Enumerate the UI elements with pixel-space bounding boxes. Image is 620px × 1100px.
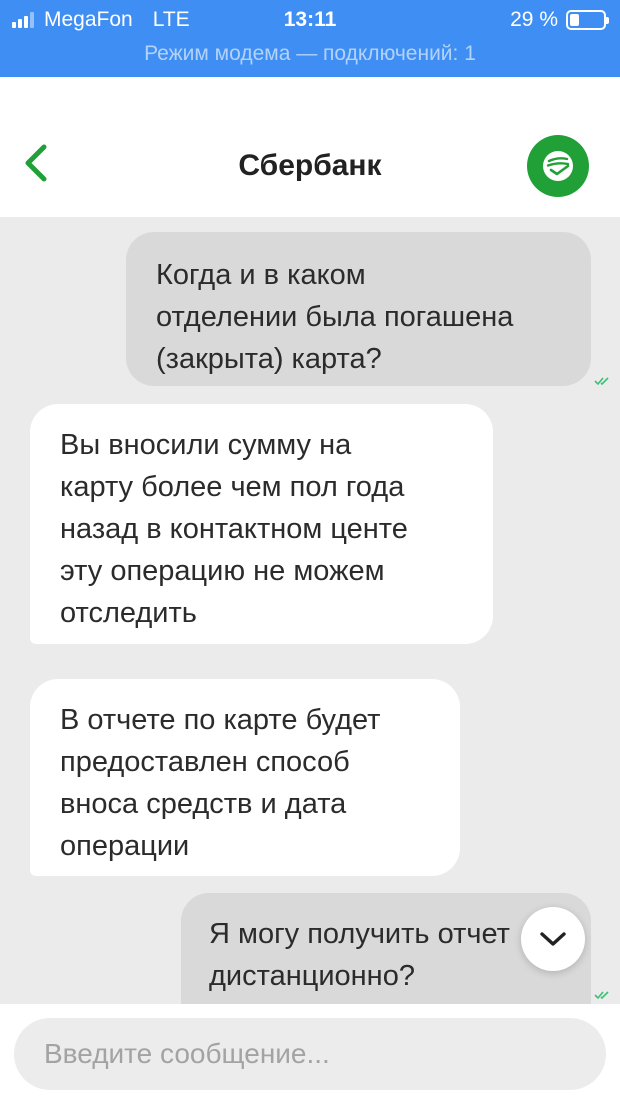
message-line: назад в контактном центе [60, 513, 408, 545]
message-line: вноса средств и дата [60, 788, 347, 820]
scroll-to-bottom-button[interactable] [521, 907, 585, 971]
message-line: отследить [60, 597, 197, 629]
incoming-message[interactable]: В отчете по карте будет предоставлен спо… [30, 679, 460, 876]
message-list[interactable]: Когда и в каком отделении была погашена … [0, 217, 620, 1004]
read-check-icon [594, 377, 609, 386]
message-line: Когда и в каком [156, 259, 366, 291]
status-bar: MegaFon LTE 13:11 29 % Режим модема — по… [0, 0, 620, 77]
message-line: Вы вносили сумму на [60, 429, 352, 461]
read-check-icon [594, 991, 609, 1000]
message-line: В отчете по карте будет [60, 704, 381, 736]
message-line: эту операцию не можем [60, 555, 385, 587]
battery-level [570, 14, 580, 26]
chevron-down-icon [540, 932, 566, 946]
message-line: операции [60, 830, 190, 862]
outgoing-message[interactable]: Когда и в каком отделении была погашена … [126, 232, 591, 386]
message-input[interactable] [14, 1018, 606, 1090]
message-line: карту более чем пол года [60, 471, 405, 503]
incoming-message[interactable]: Вы вносили сумму на карту более чем пол … [30, 404, 493, 644]
message-line: (закрыта) карта? [156, 343, 382, 375]
message-line: отделении была погашена [156, 301, 514, 333]
battery-icon [566, 10, 609, 30]
hotspot-banner[interactable]: Режим модема — подключений: 1 [0, 42, 620, 66]
chat-header: Сбербанк [0, 77, 620, 217]
message-line: предоставлен способ [60, 746, 350, 778]
sberbank-logo-icon[interactable] [527, 135, 589, 197]
battery-percent: 29 % [510, 8, 558, 31]
message-composer [0, 1004, 620, 1100]
